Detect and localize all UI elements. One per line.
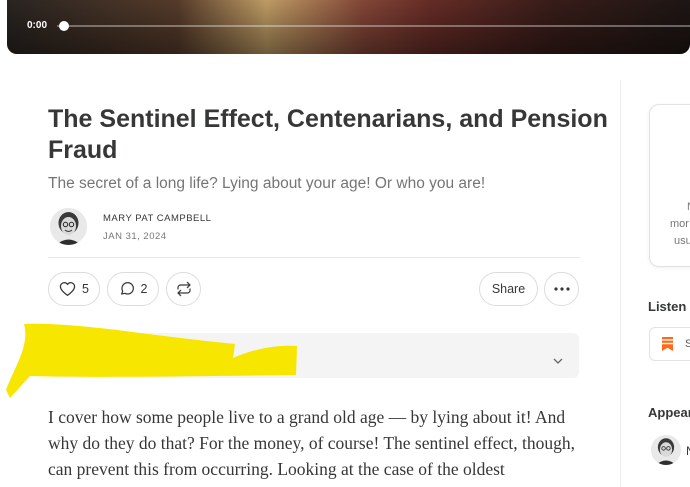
post-date: JAN 31, 2024 [103, 231, 167, 242]
sidebar-divider [620, 80, 621, 487]
contributor-avatar[interactable] [651, 435, 681, 465]
card-line: usu [674, 235, 690, 247]
heart-icon [59, 281, 76, 297]
comment-button[interactable]: 2 [107, 272, 159, 306]
more-options-button[interactable] [544, 272, 579, 306]
transcript-toggle[interactable]: Transcript [48, 333, 579, 378]
listen-item-label: S [685, 338, 690, 350]
share-button[interactable]: Share [479, 272, 538, 306]
progress-knob[interactable] [59, 21, 69, 31]
author-avatar[interactable] [50, 208, 87, 245]
restack-icon [176, 281, 192, 297]
subscribe-card[interactable]: N mor usu [649, 104, 690, 267]
audio-player[interactable]: 0:00 [7, 0, 690, 54]
divider [48, 257, 580, 258]
listen-heading: Listen o [648, 299, 690, 314]
post-body: I cover how some people live to a grand … [48, 407, 575, 479]
progress-track[interactable] [57, 25, 690, 27]
restack-button[interactable] [166, 272, 201, 306]
comment-count: 2 [140, 282, 148, 296]
like-count: 5 [82, 282, 89, 296]
appears-heading: Appear [648, 405, 690, 420]
post-title: The Sentinel Effect, Centenarians, and P… [48, 105, 608, 164]
bookmark-icon [662, 337, 673, 356]
post-subtitle: The secret of a long life? Lying about y… [48, 175, 486, 192]
list-icon [62, 350, 74, 368]
current-time: 0:00 [27, 20, 48, 31]
listen-app-button[interactable]: S [649, 327, 690, 361]
contributor-name[interactable]: N [686, 444, 690, 458]
chevron-down-icon [553, 351, 563, 369]
transcript-label: Transcript [82, 349, 143, 363]
like-button[interactable]: 5 [48, 272, 100, 306]
card-line: mor [670, 218, 689, 230]
player-cover-image [7, 0, 690, 54]
ellipsis-icon [553, 287, 570, 291]
author-name[interactable]: MARY PAT CAMPBELL [103, 213, 211, 224]
share-label: Share [491, 282, 526, 296]
comment-icon [119, 281, 135, 297]
